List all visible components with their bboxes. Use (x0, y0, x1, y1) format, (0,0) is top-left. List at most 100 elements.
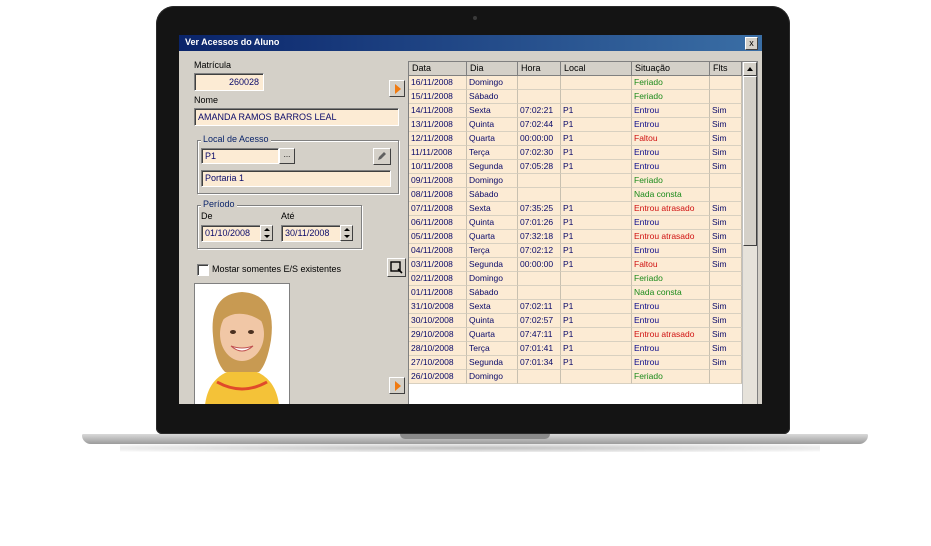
table-row[interactable]: 30/10/2008 Quinta 07:02:57 P1 Entrou Sim (409, 314, 742, 328)
cell-dia: Quarta (467, 132, 518, 146)
cell-data: 16/11/2008 (409, 76, 467, 90)
cell-hora (518, 286, 561, 300)
cell-flts (710, 370, 742, 384)
col-header-hora[interactable]: Hora (518, 62, 561, 76)
cell-situacao: Faltou (632, 258, 710, 272)
table-row[interactable]: 14/11/2008 Sexta 07:02:21 P1 Entrou Sim (409, 104, 742, 118)
local-browse-button[interactable]: ... (279, 148, 295, 164)
local-code-field[interactable]: P1 (201, 148, 279, 164)
cell-flts: Sim (710, 342, 742, 356)
table-row[interactable]: 07/11/2008 Sexta 07:35:25 P1 Entrou atrasado… (409, 202, 742, 216)
cell-dia: Quarta (467, 328, 518, 342)
nome-field[interactable]: AMANDA RAMOS BARROS LEAL (194, 108, 399, 126)
cell-local: P1 (561, 342, 632, 356)
col-header-dia[interactable]: Dia (467, 62, 518, 76)
vertical-scrollbar[interactable] (742, 62, 757, 404)
cell-situacao: Entrou (632, 356, 710, 370)
cell-dia: Quinta (467, 314, 518, 328)
cell-flts (710, 76, 742, 90)
table-row[interactable]: 06/11/2008 Quinta 07:01:26 P1 Entrou Sim (409, 216, 742, 230)
table-row[interactable]: 16/11/2008 Domingo Feriado (409, 76, 742, 90)
table-row[interactable]: 26/10/2008 Domingo Feriado (409, 370, 742, 384)
col-header-local[interactable]: Local (561, 62, 632, 76)
cell-data: 30/10/2008 (409, 314, 467, 328)
scroll-up-button[interactable] (743, 62, 757, 76)
cell-local: P1 (561, 356, 632, 370)
cell-data: 03/11/2008 (409, 258, 467, 272)
table-row[interactable]: 09/11/2008 Domingo Feriado (409, 174, 742, 188)
title-bar: Ver Acessos do Aluno x (179, 35, 762, 51)
ate-spinner[interactable] (340, 225, 353, 241)
de-date-field[interactable]: 01/10/2008 (201, 225, 261, 242)
matricula-field[interactable]: 260028 (194, 73, 264, 91)
cell-flts: Sim (710, 258, 742, 272)
scroll-thumb[interactable] (743, 76, 757, 246)
table-row[interactable]: 15/11/2008 Sábado Feriado (409, 90, 742, 104)
table-row[interactable]: 04/11/2008 Terça 07:02:12 P1 Entrou Sim (409, 244, 742, 258)
window-title: Ver Acessos do Aluno (185, 37, 280, 47)
cell-situacao: Entrou atrasado (632, 202, 710, 216)
cell-local: P1 (561, 202, 632, 216)
cell-flts: Sim (710, 230, 742, 244)
cell-hora: 07:02:44 (518, 118, 561, 132)
camera-icon (473, 16, 477, 20)
cell-hora: 07:47:11 (518, 328, 561, 342)
table-row[interactable]: 08/11/2008 Sábado Nada consta (409, 188, 742, 202)
cell-flts (710, 286, 742, 300)
table-row[interactable]: 01/11/2008 Sábado Nada consta (409, 286, 742, 300)
spin-up-icon (264, 228, 270, 231)
table-row[interactable]: 28/10/2008 Terça 07:01:41 P1 Entrou Sim (409, 342, 742, 356)
cell-dia: Segunda (467, 356, 518, 370)
col-header-data[interactable]: Data (409, 62, 467, 76)
cell-flts: Sim (710, 244, 742, 258)
cell-dia: Domingo (467, 76, 518, 90)
cell-hora: 07:01:26 (518, 216, 561, 230)
table-row[interactable]: 12/11/2008 Quarta 00:00:00 P1 Faltou Sim (409, 132, 742, 146)
cell-local (561, 370, 632, 384)
cell-dia: Sábado (467, 286, 518, 300)
search-button[interactable] (387, 258, 406, 277)
only-existing-checkbox[interactable] (197, 264, 209, 276)
cell-dia: Sábado (467, 90, 518, 104)
cell-flts: Sim (710, 300, 742, 314)
cell-data: 11/11/2008 (409, 146, 467, 160)
spin-up-icon (344, 228, 350, 231)
cell-hora: 00:00:00 (518, 258, 561, 272)
col-header-situacao[interactable]: Situação (632, 62, 710, 76)
only-existing-label: Mostar somentes E/S existentes (212, 264, 342, 274)
table-row[interactable]: 03/11/2008 Segunda 00:00:00 P1 Faltou Sim (409, 258, 742, 272)
cell-local: P1 (561, 300, 632, 314)
cell-situacao: Entrou (632, 216, 710, 230)
table-row[interactable]: 10/11/2008 Segunda 07:05:28 P1 Entrou Sim (409, 160, 742, 174)
cell-local: P1 (561, 244, 632, 258)
periodo-group-label: Período (201, 199, 237, 209)
cell-hora: 07:02:21 (518, 104, 561, 118)
table-row[interactable]: 02/11/2008 Domingo Feriado (409, 272, 742, 286)
ate-date-field[interactable]: 30/11/2008 (281, 225, 341, 242)
cell-flts (710, 188, 742, 202)
cell-local (561, 174, 632, 188)
cell-data: 31/10/2008 (409, 300, 467, 314)
next-button[interactable] (389, 80, 405, 97)
next-page-button[interactable] (389, 377, 405, 394)
local-edit-button[interactable] (373, 148, 391, 165)
cell-flts (710, 272, 742, 286)
cell-local: P1 (561, 314, 632, 328)
cell-dia: Sexta (467, 202, 518, 216)
cell-hora: 07:01:41 (518, 342, 561, 356)
de-spinner[interactable] (260, 225, 273, 241)
table-row[interactable]: 05/11/2008 Quarta 07:32:18 P1 Entrou atrasad… (409, 230, 742, 244)
table-row[interactable]: 29/10/2008 Quarta 07:47:11 P1 Entrou atrasad… (409, 328, 742, 342)
close-button[interactable]: x (745, 37, 758, 50)
table-row[interactable]: 27/10/2008 Segunda 07:01:34 P1 Entrou Sim (409, 356, 742, 370)
local-name-field[interactable]: Portaria 1 (201, 170, 391, 187)
table-row[interactable]: 11/11/2008 Terça 07:02:30 P1 Entrou Sim (409, 146, 742, 160)
table-row[interactable]: 31/10/2008 Sexta 07:02:11 P1 Entrou Sim (409, 300, 742, 314)
cell-hora (518, 370, 561, 384)
col-header-flts[interactable]: Flts (710, 62, 742, 76)
cell-flts: Sim (710, 132, 742, 146)
cell-local (561, 286, 632, 300)
table-row[interactable]: 13/11/2008 Quinta 07:02:44 P1 Entrou Sim (409, 118, 742, 132)
cell-situacao: Entrou (632, 118, 710, 132)
cell-data: 09/11/2008 (409, 174, 467, 188)
